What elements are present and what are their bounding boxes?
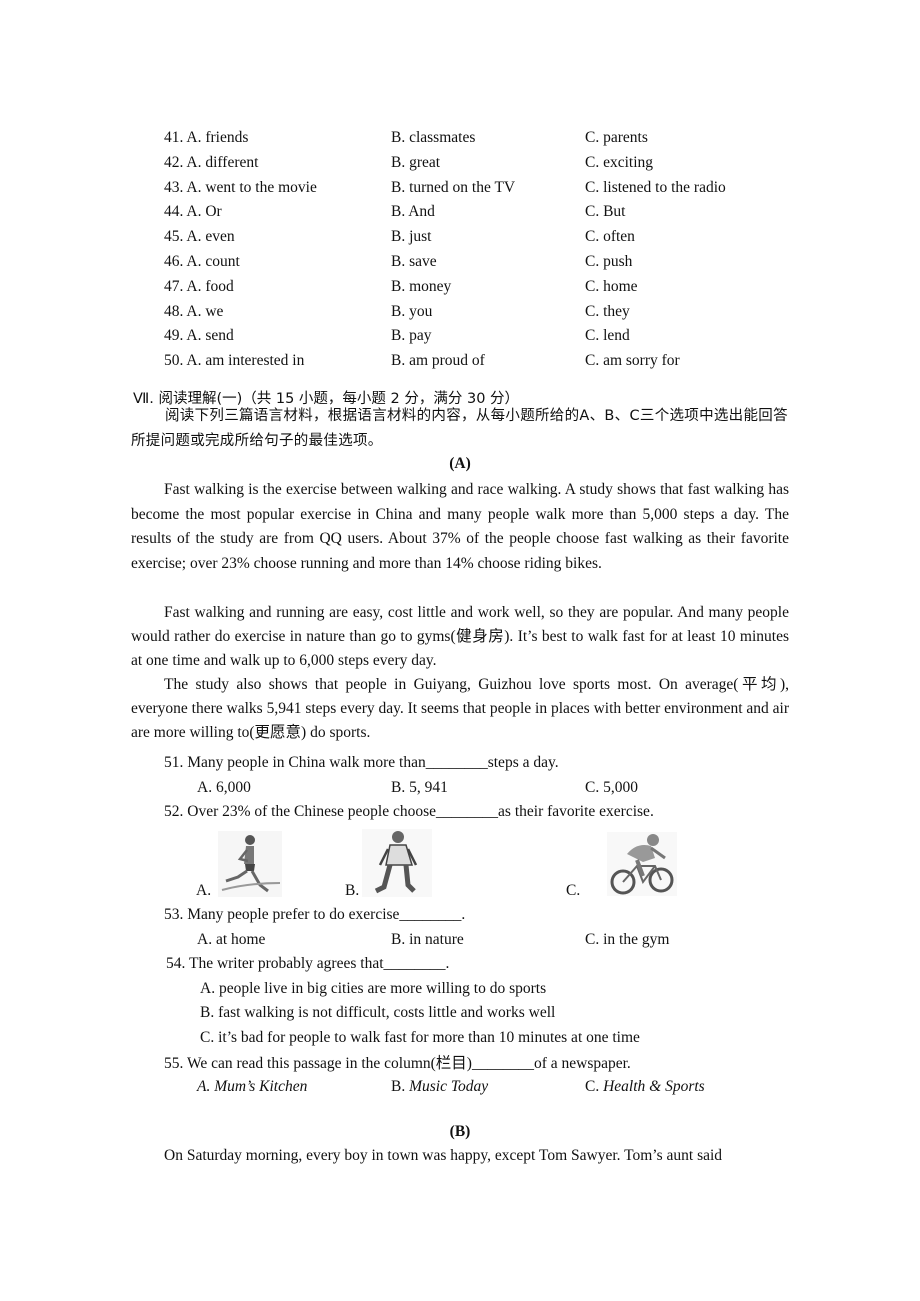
cloze-option-c[interactable]: C. exciting <box>585 154 653 172</box>
cloze-option-b[interactable]: B. just <box>391 228 431 246</box>
cloze-option-b[interactable]: B. And <box>391 203 435 221</box>
cloze-option-row: 45. A. even B. just C. often <box>0 228 920 252</box>
question-54-stem: 54. The writer probably agrees that_____… <box>166 955 450 972</box>
cloze-option-c[interactable]: C. parents <box>585 129 648 147</box>
cloze-option-row: 46. A. count B. save C. push <box>0 253 920 277</box>
cloze-option-a[interactable]: 45. A. even <box>164 228 235 246</box>
cloze-option-b[interactable]: B. turned on the TV <box>391 179 515 197</box>
cloze-option-a-text: A. count <box>186 253 240 270</box>
cloze-option-c[interactable]: C. push <box>585 253 632 271</box>
cloze-option-row: 43. A. went to the movie B. turned on the… <box>0 179 920 203</box>
cloze-option-a-text: A. different <box>186 153 259 171</box>
passage-b-first-line: On Saturday morning, every boy in town w… <box>164 1147 723 1164</box>
cloze-option-row: 41. A. friends B. classmates C. parents <box>0 129 920 153</box>
cyclist-picture <box>607 832 677 896</box>
question-52-option-a[interactable]: A. <box>196 882 211 900</box>
question-55-option-b-letter: B. <box>391 1078 410 1095</box>
cloze-option-c[interactable]: C. listened to the radio <box>585 179 726 197</box>
passage-b-heading: (B) <box>449 1123 471 1140</box>
cloze-option-c[interactable]: C. But <box>585 203 625 221</box>
question-51-options: A. 6,000 B. 5, 941 C. 5,000 <box>0 779 920 803</box>
cloze-option-a[interactable]: 43. A. went to the movie <box>164 179 317 197</box>
cloze-option-a-text: A. we <box>186 302 224 320</box>
question-53-option-a[interactable]: A. at home <box>197 931 265 949</box>
question-number: 48. <box>164 302 184 320</box>
cloze-option-a[interactable]: 47. A. food <box>164 278 234 296</box>
question-55-option-c-text: Health & Sports <box>603 1078 705 1095</box>
question-number: 49. <box>164 327 184 345</box>
cloze-option-b[interactable]: B. great <box>391 154 440 172</box>
cloze-option-c[interactable]: C. often <box>585 228 635 246</box>
question-54-option-c[interactable]: C. it’s bad for people to walk fast for … <box>200 1029 640 1047</box>
cloze-option-a[interactable]: 50. A. am interested in <box>164 352 304 370</box>
cloze-option-a-text: A. food <box>186 277 234 295</box>
question-53-option-b[interactable]: B. in nature <box>391 931 464 949</box>
question-number: 42. <box>164 153 184 171</box>
cloze-option-b[interactable]: B. am proud of <box>391 352 485 370</box>
question-number: 41. <box>164 129 184 146</box>
cloze-option-b[interactable]: B. money <box>391 278 451 296</box>
walking-man-picture <box>362 829 432 897</box>
cloze-option-a[interactable]: 49. A. send <box>164 327 234 345</box>
question-53-options: A. at home B. in nature C. in the gym <box>0 931 920 955</box>
cloze-option-row: 50. A. am interested in B. am proud of C. … <box>0 352 920 376</box>
cloze-option-a[interactable]: 48. A. we <box>164 303 223 321</box>
cloze-option-row: 42. A. different B. great C. exciting <box>0 154 920 178</box>
cloze-option-a[interactable]: 41. A. friends <box>164 129 248 147</box>
cloze-option-a-text: A. went to the movie <box>186 178 317 196</box>
question-55-stem: 55. We can read this passage in the colu… <box>164 1055 631 1072</box>
cloze-option-a-text: A. send <box>186 327 234 345</box>
cloze-option-row: 49. A. send B. pay C. lend <box>0 327 920 351</box>
question-number: 44. <box>164 203 184 221</box>
question-53-option-c[interactable]: C. in the gym <box>585 931 669 949</box>
passage-a-heading: (A) <box>449 455 471 472</box>
question-54-option-b[interactable]: B. fast walking is not difficult, costs … <box>200 1004 555 1022</box>
cloze-option-c[interactable]: C. am sorry for <box>585 352 680 370</box>
cloze-option-c[interactable]: C. they <box>585 303 630 321</box>
passage-a-paragraph-2: Fast walking and running are easy, cost … <box>131 604 789 669</box>
cloze-option-row: 48. A. we B. you C. they <box>0 303 920 327</box>
question-55-options: A. Mum’s Kitchen B. Music Today C. Healt… <box>0 1078 920 1102</box>
cloze-option-a-text: A. am interested in <box>186 352 305 370</box>
head-icon <box>245 835 255 845</box>
question-51-option-c[interactable]: C. 5,000 <box>585 779 638 797</box>
cloze-option-a[interactable]: 44. A. Or <box>164 203 222 221</box>
cloze-option-b[interactable]: B. classmates <box>391 129 475 147</box>
question-53-stem: 53. Many people prefer to do exercise___… <box>164 906 466 923</box>
running-boy-picture <box>218 831 282 897</box>
question-54-option-a[interactable]: A. people live in big cities are more wi… <box>200 980 546 998</box>
cloze-option-c[interactable]: C. lend <box>585 327 630 345</box>
section-instructions: 阅读下列三篇语言材料，根据语言材料的内容，从每小题所给的A、B、C三个选项中选出… <box>131 408 788 449</box>
question-number: 46. <box>164 253 184 270</box>
question-52-option-b[interactable]: B. <box>345 882 359 900</box>
question-55-option-a[interactable]: A. Mum’s Kitchen <box>197 1078 307 1096</box>
cloze-option-a-text: A. friends <box>186 129 249 146</box>
cloze-option-row: 44. A. Or B. And C. But <box>0 203 920 227</box>
passage-a-paragraph-3: The study also shows that people in Guiy… <box>131 676 789 741</box>
cloze-option-b[interactable]: B. save <box>391 253 437 271</box>
question-51-option-a[interactable]: A. 6,000 <box>197 779 251 797</box>
question-55-option-b[interactable]: B. Music Today <box>391 1078 488 1096</box>
cloze-option-a[interactable]: 42. A. different <box>164 154 258 172</box>
question-52-stem: 52. Over 23% of the Chinese people choos… <box>164 803 654 820</box>
passage-a-paragraph-1: Fast walking is the exercise between wal… <box>131 481 789 572</box>
cloze-option-a-text: A. Or <box>186 203 222 221</box>
question-number: 43. <box>164 178 184 196</box>
question-51-option-b[interactable]: B. 5, 941 <box>391 779 448 797</box>
question-number: 47. <box>164 277 184 295</box>
question-number: 50. <box>164 352 184 370</box>
question-number: 45. <box>164 228 184 246</box>
cloze-option-b[interactable]: B. pay <box>391 327 431 345</box>
cloze-option-a[interactable]: 46. A. count <box>164 253 240 271</box>
cloze-option-b[interactable]: B. you <box>391 303 432 321</box>
cloze-option-row: 47. A. food B. money C. home <box>0 278 920 302</box>
question-55-option-c[interactable]: C. Health & Sports <box>585 1078 705 1096</box>
question-52-option-c[interactable]: C. <box>566 882 580 900</box>
question-55-option-b-text: Music Today <box>409 1078 489 1095</box>
cloze-option-a-text: A. even <box>186 228 235 246</box>
cloze-option-c[interactable]: C. home <box>585 278 638 296</box>
question-55-option-c-letter: C. <box>585 1078 604 1095</box>
question-51-stem: 51. Many people in China walk more than_… <box>164 754 559 771</box>
